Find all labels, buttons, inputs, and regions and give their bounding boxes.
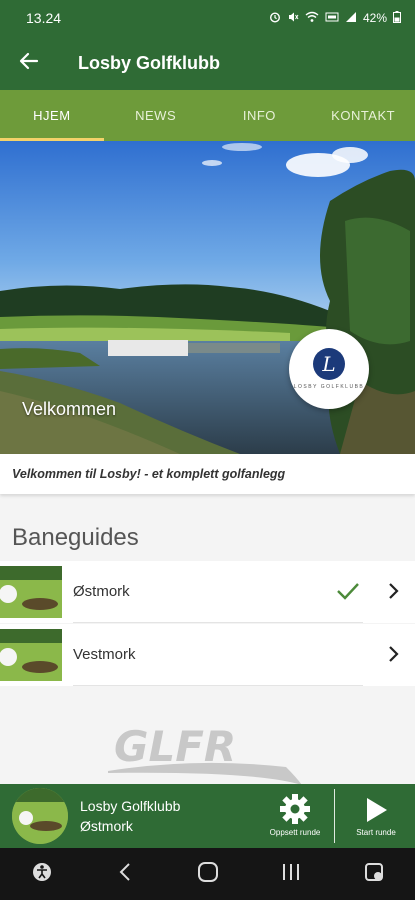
club-logo-text: LOSBY GOLFKLUBB (293, 384, 365, 390)
page-title: Losby Golfklubb (78, 52, 220, 73)
accessibility-icon (31, 861, 53, 888)
glfr-logo: GLFR (106, 715, 306, 790)
chevron-right-icon (388, 646, 400, 667)
check-icon (336, 581, 360, 606)
nav-home-button[interactable] (184, 850, 232, 898)
section-title-baneguides: Baneguides (12, 524, 139, 551)
status-bar: 13.24 42% (0, 0, 415, 36)
setup-round-button[interactable]: Oppsett runde (266, 792, 324, 837)
baneguide-list: Østmork Vestmork (0, 561, 415, 686)
start-round-button[interactable]: Start runde (346, 794, 406, 837)
tab-info[interactable]: INFO (208, 90, 312, 141)
mute-icon (287, 11, 299, 26)
system-nav-bar (0, 848, 415, 900)
start-round-label: Start runde (356, 828, 396, 837)
back-button[interactable] (0, 36, 58, 90)
divider (334, 789, 335, 843)
baneguide-label: Østmork (73, 561, 363, 623)
welcome-text: Velkommen til Losby! - et komplett golfa… (12, 467, 286, 481)
setup-round-label: Oppsett runde (269, 828, 321, 837)
welcome-card[interactable]: Velkommen til Losby! - et komplett golfa… (0, 454, 415, 494)
golf-ball-thumbnail (0, 629, 62, 681)
hero-caption: Velkommen (22, 399, 117, 419)
status-time: 13.24 (26, 10, 62, 26)
screenshot-icon (363, 861, 385, 888)
play-icon (361, 794, 391, 828)
baneguide-item-vestmork[interactable]: Vestmork (0, 624, 415, 686)
app-bar: Losby Golfklubb (0, 36, 415, 90)
alarm-icon (269, 11, 281, 26)
home-icon (197, 861, 219, 888)
course-avatar (12, 788, 68, 844)
baneguide-label: Vestmork (73, 624, 363, 686)
baneguide-item-ostmork[interactable]: Østmork (0, 561, 415, 623)
round-bar: Losby Golfklubb Østmork Oppsett runde St… (0, 784, 415, 848)
club-logo-mark: L (313, 348, 345, 380)
wifi-icon (305, 11, 319, 26)
club-logo: L LOSBY GOLFKLUBB (289, 329, 369, 409)
battery-percent: 42% (362, 11, 387, 25)
golf-ball-thumbnail (0, 566, 62, 618)
status-icons: 42% (269, 10, 401, 26)
tab-kontakt[interactable]: KONTAKT (311, 90, 415, 141)
tab-bar: HJEM NEWS INFO KONTAKT (0, 90, 415, 141)
screenshot-button[interactable] (350, 850, 398, 898)
lte-icon (325, 11, 339, 26)
battery-icon (393, 10, 401, 26)
round-club: Losby Golfklubb (80, 798, 181, 814)
round-course: Østmork (80, 818, 133, 834)
hero-image: L LOSBY GOLFKLUBB Velkommen (0, 141, 415, 454)
nav-back-button[interactable] (101, 850, 149, 898)
arrow-left-icon (19, 51, 39, 76)
round-info: Losby Golfklubb Østmork (80, 796, 260, 836)
signal-icon (345, 11, 357, 26)
chevron-right-icon (388, 583, 400, 604)
recents-icon (280, 862, 302, 887)
gear-icon (278, 792, 312, 828)
accessibility-button[interactable] (18, 850, 66, 898)
tab-news[interactable]: NEWS (104, 90, 208, 141)
tab-hjem[interactable]: HJEM (0, 90, 104, 141)
chevron-left-icon (118, 862, 132, 887)
nav-recents-button[interactable] (267, 850, 315, 898)
